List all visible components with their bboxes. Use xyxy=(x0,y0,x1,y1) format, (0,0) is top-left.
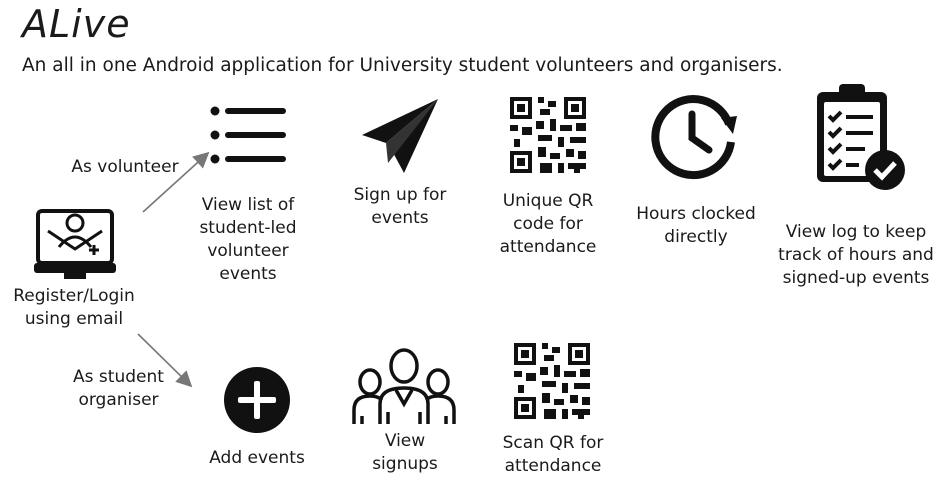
clipboard-check-icon xyxy=(817,84,905,190)
step-unique-qr-label: Unique QR code for attendance xyxy=(499,191,597,257)
paper-plane-icon xyxy=(362,99,438,173)
qr-code-icon xyxy=(514,343,590,419)
entry-label: Register/Login using email xyxy=(13,286,135,329)
list-icon xyxy=(210,106,286,164)
step-view-log-label: View log to keep track of hours and sign… xyxy=(778,222,934,288)
plus-circle-icon xyxy=(224,367,290,433)
step-add-events-label: Add events xyxy=(209,448,305,468)
people-icon xyxy=(352,348,456,424)
computer-user-icon xyxy=(34,209,116,279)
qr-code-icon xyxy=(510,97,586,173)
step-view-list-label: View list of student-led volunteer event… xyxy=(199,195,297,284)
organiser-role-label: As student organiser xyxy=(73,367,164,410)
volunteer-role-label: As volunteer xyxy=(71,157,179,177)
step-scan-qr-label: Scan QR for attendance xyxy=(502,433,604,476)
step-view-signups-label: View signups xyxy=(372,431,438,474)
clock-icon xyxy=(651,95,737,180)
step-hours-label: Hours clocked directly xyxy=(636,204,756,247)
step-sign-up-label: Sign up for events xyxy=(353,185,447,228)
